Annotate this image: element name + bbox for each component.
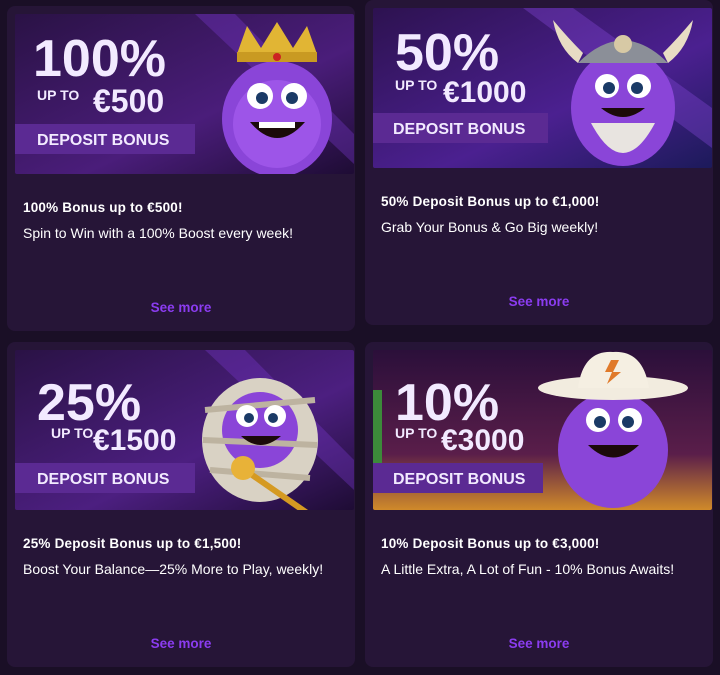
promo-banner-art: 50% UP TO €1000 DEPOSIT BONUS [373, 8, 712, 168]
promo-amount: €3000 [441, 424, 524, 457]
deposit-bonus-badge: DEPOSIT BONUS [393, 471, 526, 488]
promo-description: Grab Your Bonus & Go Big weekly! [381, 219, 599, 235]
promo-amount: €1000 [443, 76, 526, 109]
promo-card[interactable]: 10% UP TO €3000 DEPOSIT BONUS 10% Deposi… [365, 342, 713, 667]
promo-description: Spin to Win with a 100% Boost every week… [23, 225, 294, 241]
promo-card[interactable]: 50% UP TO €1000 DEPOSIT BONUS 50% Deposi… [365, 0, 713, 325]
see-more-link[interactable]: See more [7, 300, 355, 315]
promo-description: A Little Extra, A Lot of Fun - 10% Bonus… [381, 561, 675, 577]
promo-title: 100% Bonus up to €500! [23, 200, 183, 215]
promo-banner[interactable]: 10% UP TO €3000 DEPOSIT BONUS [373, 350, 712, 510]
deposit-bonus-badge: DEPOSIT BONUS [37, 471, 170, 488]
deposit-bonus-badge: DEPOSIT BONUS [393, 121, 526, 138]
promo-percent: 50% [395, 24, 499, 82]
up-to-label: UP TO [395, 77, 437, 93]
up-to-label: UP TO [395, 425, 437, 441]
promo-banner-art: 100% UP TO €500 DEPOSIT BONUS [15, 14, 354, 174]
promo-percent: 100% [33, 30, 166, 88]
promo-banner-art: 10% UP TO €3000 DEPOSIT BONUS [373, 350, 712, 510]
promotions-grid: 100% UP TO €500 DEPOSIT BONUS 100% Bonus… [0, 0, 720, 675]
promo-title: 25% Deposit Bonus up to €1,500! [23, 536, 242, 551]
promo-amount: €1500 [93, 424, 176, 457]
promo-card[interactable]: 100% UP TO €500 DEPOSIT BONUS 100% Bonus… [7, 6, 355, 331]
promo-banner-art: 25% UP TO €1500 DEPOSIT BONUS [15, 350, 354, 510]
deposit-bonus-badge: DEPOSIT BONUS [37, 132, 170, 149]
promo-banner[interactable]: 50% UP TO €1000 DEPOSIT BONUS [373, 8, 712, 168]
up-to-label: UP TO [51, 425, 93, 441]
see-more-link[interactable]: See more [365, 294, 713, 309]
up-to-label: UP TO [37, 87, 79, 103]
promo-banner[interactable]: 25% UP TO €1500 DEPOSIT BONUS [15, 350, 354, 510]
promo-card[interactable]: 25% UP TO €1500 DEPOSIT BONUS 25% Deposi… [7, 342, 355, 667]
promo-amount: €500 [93, 83, 164, 119]
promo-title: 10% Deposit Bonus up to €3,000! [381, 536, 600, 551]
see-more-link[interactable]: See more [365, 636, 713, 651]
promo-banner[interactable]: 100% UP TO €500 DEPOSIT BONUS [15, 14, 354, 174]
see-more-link[interactable]: See more [7, 636, 355, 651]
promo-description: Boost Your Balance—25% More to Play, wee… [23, 561, 324, 577]
promo-title: 50% Deposit Bonus up to €1,000! [381, 194, 600, 209]
